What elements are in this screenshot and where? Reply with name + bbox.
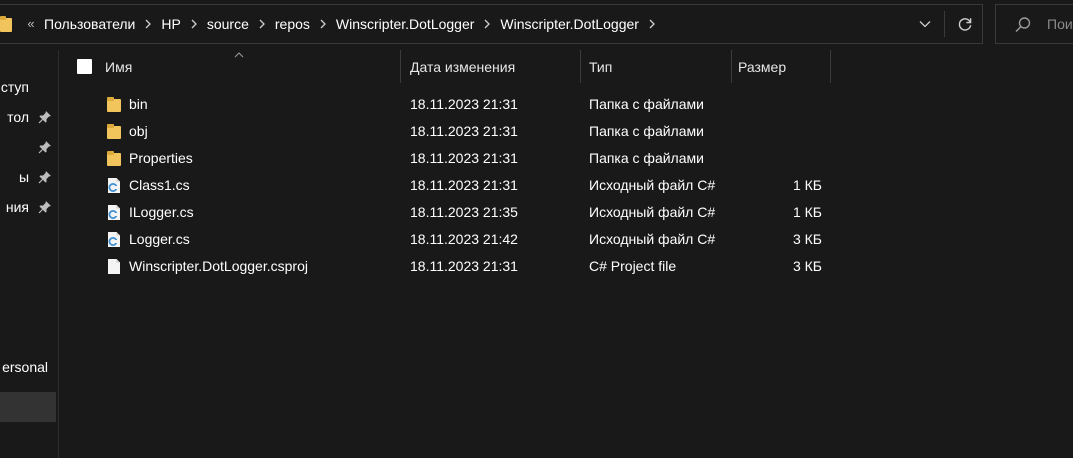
file-name: Logger.cs	[129, 231, 190, 247]
file-date: 18.11.2023 21:31	[410, 177, 518, 193]
file-explorer-window: « Пользователи HP source repos Winscript…	[0, 0, 1073, 458]
column-header-type[interactable]: Тип	[589, 50, 612, 83]
breadcrumb-item-source[interactable]: source	[207, 5, 249, 43]
file-name: Winscripter.DotLogger.csproj	[129, 258, 308, 274]
pin-icon	[38, 111, 51, 124]
breadcrumb-item-solution[interactable]: Winscripter.DotLogger	[336, 5, 475, 43]
navigation-pane: ступ тол ы ния ersonal	[0, 50, 60, 458]
column-resize-handle[interactable]	[580, 50, 581, 83]
folder-icon	[107, 151, 121, 166]
address-toolbar: « Пользователи HP source repos Winscript…	[0, 0, 1073, 50]
nav-item-label: ния	[5, 199, 29, 215]
pane-splitter[interactable]	[58, 50, 59, 458]
nav-item-label: тол	[7, 109, 29, 125]
breadcrumb: Пользователи HP source repos Winscripter…	[44, 5, 665, 43]
folder-icon	[107, 124, 121, 139]
column-header-size-label: Размер	[738, 58, 787, 75]
refresh-icon	[958, 18, 972, 31]
table-row[interactable]: Properties 18.11.2023 21:31 Папка с файл…	[60, 145, 1073, 172]
chevron-right-icon[interactable]	[135, 5, 161, 43]
nav-item-quick-access[interactable]: ступ	[0, 73, 60, 101]
breadcrumb-item-repos[interactable]: repos	[275, 5, 310, 43]
table-row[interactable]: obj 18.11.2023 21:31 Папка с файлами	[60, 118, 1073, 145]
file-name: Class1.cs	[129, 177, 190, 193]
file-name: ILogger.cs	[129, 204, 194, 220]
breadcrumb-overflow-button[interactable]: «	[24, 15, 38, 33]
nav-item-pictures[interactable]: ния	[0, 193, 60, 221]
nav-item-onedrive-personal[interactable]: ersonal	[0, 354, 60, 380]
file-type: Папка с файлами	[589, 96, 704, 112]
table-row[interactable]: bin 18.11.2023 21:31 Папка с файлами	[60, 91, 1073, 118]
table-row[interactable]: Class1.cs 18.11.2023 21:31 Исходный файл…	[60, 172, 1073, 199]
folder-icon	[0, 16, 12, 32]
chevron-right-icon[interactable]	[474, 5, 500, 43]
nav-item-desktop[interactable]: тол	[0, 103, 60, 131]
chevron-right-icon[interactable]	[249, 5, 275, 43]
file-type: C# Project file	[589, 258, 677, 274]
file-size: 3 КБ	[792, 231, 822, 247]
file-type: Исходный файл C#	[589, 177, 716, 193]
nav-item-downloads[interactable]	[0, 133, 60, 161]
pin-icon	[38, 171, 51, 184]
csharp-file-icon	[108, 232, 120, 247]
column-header-name[interactable]: Имя	[105, 50, 132, 83]
folder-icon	[107, 97, 121, 112]
column-header-date-label: Дата изменения	[410, 58, 516, 75]
file-date: 18.11.2023 21:35	[410, 204, 518, 220]
chevron-down-icon	[919, 21, 931, 28]
column-resize-handle[interactable]	[830, 50, 831, 83]
pin-icon	[38, 141, 51, 154]
column-resize-handle[interactable]	[400, 50, 401, 83]
file-size: 3 КБ	[792, 258, 822, 274]
csharp-file-icon	[108, 205, 120, 220]
chevron-right-icon[interactable]	[639, 5, 665, 43]
column-resize-handle[interactable]	[731, 50, 732, 83]
file-date: 18.11.2023 21:31	[410, 258, 518, 274]
nav-item-this-pc[interactable]	[0, 392, 56, 422]
sort-ascending-icon	[234, 52, 244, 58]
file-size: 1 КБ	[792, 177, 822, 193]
file-type: Папка с файлами	[589, 123, 704, 139]
file-name: Properties	[129, 150, 193, 166]
table-row[interactable]: Logger.cs 18.11.2023 21:42 Исходный файл…	[60, 226, 1073, 253]
nav-item-label: ы	[18, 169, 29, 185]
pin-icon	[38, 201, 51, 214]
search-placeholder: Пои	[1047, 16, 1073, 32]
column-header-type-label: Тип	[589, 58, 613, 75]
nav-item-label: ступ	[0, 79, 29, 95]
file-icon	[108, 259, 120, 274]
refresh-button[interactable]	[948, 5, 982, 43]
column-header-name-label: Имя	[105, 58, 133, 75]
csharp-file-icon	[108, 178, 120, 193]
select-all-checkbox[interactable]	[77, 59, 92, 74]
address-divider	[944, 11, 945, 37]
table-row[interactable]: Winscripter.DotLogger.csproj 18.11.2023 …	[60, 253, 1073, 280]
file-date: 18.11.2023 21:31	[410, 123, 518, 139]
nav-item-documents[interactable]: ы	[0, 163, 60, 191]
file-list: Имя Дата изменения Тип Размер bin 18.11.…	[60, 50, 1073, 458]
file-type: Исходный файл C#	[589, 204, 716, 220]
file-type: Исходный файл C#	[589, 231, 716, 247]
search-icon	[1015, 17, 1031, 33]
file-date: 18.11.2023 21:31	[410, 96, 518, 112]
search-input[interactable]: Пои	[995, 4, 1073, 44]
file-type: Папка с файлами	[589, 150, 704, 166]
nav-item-label: ersonal	[2, 359, 48, 375]
column-header-date[interactable]: Дата изменения	[410, 50, 515, 83]
file-size: 1 КБ	[792, 204, 822, 220]
file-name: bin	[129, 96, 148, 112]
breadcrumb-item-project[interactable]: Winscripter.DotLogger	[500, 5, 639, 43]
address-history-dropdown[interactable]	[908, 5, 942, 43]
chevron-right-icon[interactable]	[181, 5, 207, 43]
column-header-size[interactable]: Размер	[738, 50, 786, 83]
table-row[interactable]: ILogger.cs 18.11.2023 21:35 Исходный фай…	[60, 199, 1073, 226]
file-date: 18.11.2023 21:42	[410, 231, 518, 247]
file-name: obj	[129, 123, 148, 139]
breadcrumb-item-users[interactable]: Пользователи	[44, 5, 135, 43]
address-bar[interactable]: « Пользователи HP source repos Winscript…	[0, 4, 983, 44]
file-date: 18.11.2023 21:31	[410, 150, 518, 166]
breadcrumb-item-hp[interactable]: HP	[161, 5, 180, 43]
chevron-right-icon[interactable]	[310, 5, 336, 43]
